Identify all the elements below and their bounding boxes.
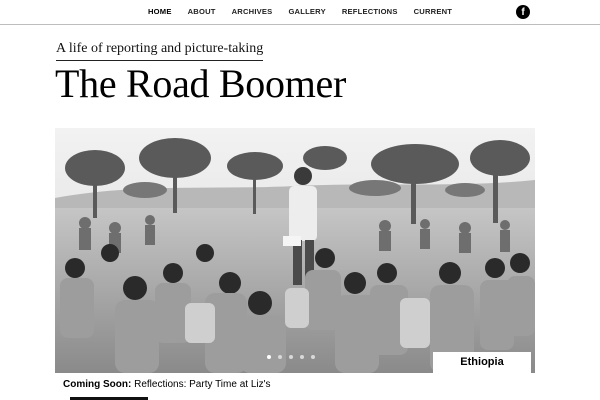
nav-current[interactable]: CURRENT: [406, 0, 461, 24]
coming-soon-notice: Coming Soon: Reflections: Party Time at …: [63, 379, 271, 390]
nav-home[interactable]: HOME: [140, 0, 180, 24]
nav-archives[interactable]: ARCHIVES: [224, 0, 281, 24]
slide-caption: Ethiopia: [433, 352, 531, 373]
slide-dot[interactable]: [300, 355, 304, 359]
slide-dot[interactable]: [278, 355, 282, 359]
facebook-icon[interactable]: f: [516, 5, 530, 19]
slide-dot[interactable]: [267, 355, 271, 359]
nav-reflections[interactable]: REFLECTIONS: [334, 0, 406, 24]
slideshow-dots: [267, 355, 315, 359]
top-navigation: HOME ABOUT ARCHIVES GALLERY REFLECTIONS …: [0, 0, 600, 25]
nav-gallery[interactable]: GALLERY: [280, 0, 333, 24]
site-title[interactable]: The Road Boomer: [55, 60, 346, 108]
coming-soon-label: Coming Soon:: [63, 379, 132, 390]
hero-photo: [55, 128, 535, 373]
site-tagline: A life of reporting and picture-taking: [56, 41, 264, 61]
coming-soon-text[interactable]: Reflections: Party Time at Liz's: [131, 379, 270, 390]
slide-dot[interactable]: [311, 355, 315, 359]
nav-links: HOME ABOUT ARCHIVES GALLERY REFLECTIONS …: [140, 0, 460, 24]
slide-dot[interactable]: [289, 355, 293, 359]
hero-slideshow[interactable]: Ethiopia: [55, 128, 535, 373]
nav-about[interactable]: ABOUT: [180, 0, 224, 24]
